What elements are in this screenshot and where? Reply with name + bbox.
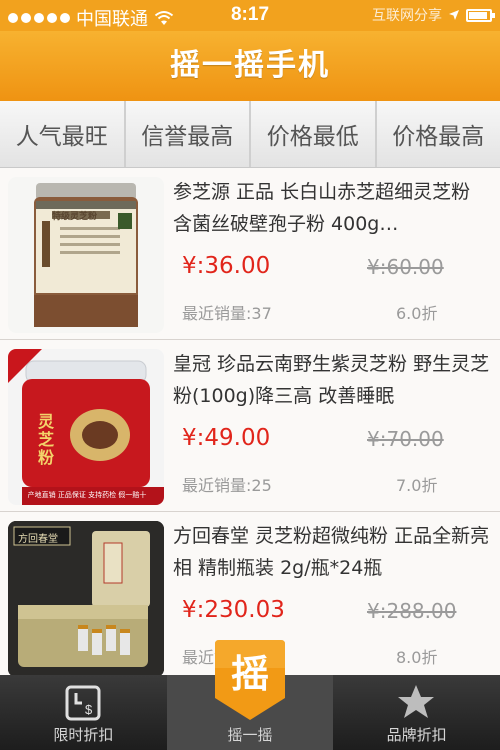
shake-badge-text: 摇 <box>230 652 269 696</box>
watermark-text: 互联网分享 <box>372 8 442 24</box>
product-image: 方回春堂 <box>8 521 164 675</box>
product-item[interactable]: 灵芝粉 产地直销 正品保证 支持药检 假一赔十 皇冠 珍品云南野生紫灵芝粉 野生… <box>0 340 500 512</box>
product-price: ¥:230.03 <box>182 597 285 623</box>
product-title[interactable]: 参芝源 正品 长白山赤芝超细灵芝粉 含菌丝破壁孢子粉 400g… <box>173 176 491 240</box>
star-icon <box>398 685 435 718</box>
product-sales: 最近销量:25 <box>182 476 272 495</box>
product-image-text: 特级灵芝粉 <box>52 212 98 222</box>
product-item[interactable]: 特级灵芝粉 参芝源 正品 长白山赤芝超细灵芝粉 含菌丝破壁孢子粉 400g… ¥… <box>0 168 500 340</box>
product-original-price: ¥:60.00 <box>367 255 444 279</box>
product-price: ¥:36.00 <box>182 253 271 279</box>
battery-icon <box>466 8 495 22</box>
product-image-text: 方回春堂 <box>18 534 58 545</box>
status-bar: 中国联通 8:17 互联网分享 <box>0 0 500 31</box>
product-title[interactable]: 方回春堂 灵芝粉超微纯粉 正品全新亮相 精制瓶装 2g/瓶*24瓶 <box>173 520 491 584</box>
tab-reputation[interactable]: 信誉最高 <box>125 101 251 167</box>
product-list[interactable]: 特级灵芝粉 参芝源 正品 长白山赤芝超细灵芝粉 含菌丝破壁孢子粉 400g… ¥… <box>0 168 500 675</box>
tab-limited-discount[interactable]: $ 限时折扣 <box>0 675 167 750</box>
title-bar: 摇一摇手机 <box>0 31 500 101</box>
product-price: ¥:49.00 <box>182 425 271 451</box>
product-discount: 6.0折 <box>396 304 438 323</box>
product-title[interactable]: 皇冠 珍品云南野生紫灵芝粉 野生灵芝粉(100g)降三高 改善睡眠 <box>173 348 491 412</box>
tab-brand-discount[interactable]: 品牌折扣 <box>333 675 500 750</box>
svg-text:$: $ <box>85 702 93 717</box>
tab-label: 摇一摇 <box>227 726 273 744</box>
product-discount: 8.0折 <box>396 648 438 667</box>
product-image: 特级灵芝粉 <box>8 177 164 333</box>
product-sales: 最近销量:37 <box>182 304 272 323</box>
tab-price-high[interactable]: 价格最高 <box>376 101 500 167</box>
product-image: 灵芝粉 产地直销 正品保证 支持药检 假一赔十 <box>8 349 164 505</box>
page-title: 摇一摇手机 <box>170 48 330 83</box>
product-original-price: ¥:70.00 <box>367 427 444 451</box>
tab-popularity[interactable]: 人气最旺 <box>0 101 126 167</box>
shake-button[interactable]: 摇 <box>211 640 289 722</box>
product-image-text: 灵芝粉 <box>38 412 55 467</box>
sort-tabs: 人气最旺 信誉最高 价格最低 价格最高 <box>0 101 500 168</box>
tab-label: 限时折扣 <box>53 726 114 744</box>
product-image-banner: 产地直销 正品保证 支持药检 假一赔十 <box>27 491 147 499</box>
tab-price-low[interactable]: 价格最低 <box>251 101 377 167</box>
status-right: 互联网分享 <box>372 5 495 25</box>
tab-label: 品牌折扣 <box>386 726 447 744</box>
product-discount: 7.0折 <box>396 476 438 495</box>
location-arrow-icon <box>449 10 459 20</box>
product-original-price: ¥:288.00 <box>367 599 457 623</box>
clock-dollar-icon: $ <box>65 685 101 721</box>
